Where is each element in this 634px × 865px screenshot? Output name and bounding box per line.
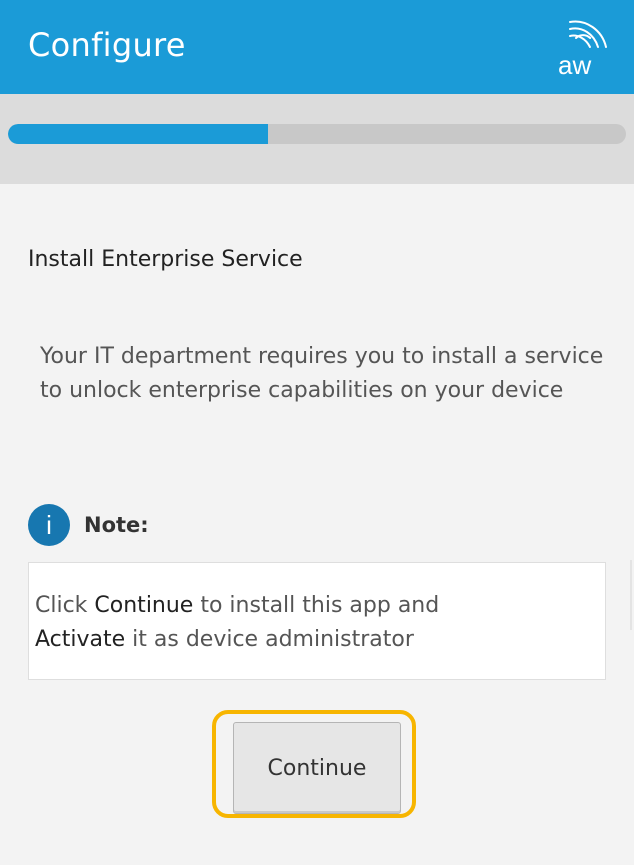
app-header: Configure aw <box>0 0 634 94</box>
note-continue-emphasis: Continue <box>94 593 194 618</box>
info-icon-glyph: i <box>46 509 52 540</box>
airwatch-logo-icon: aw <box>558 20 607 78</box>
continue-button[interactable]: Continue <box>233 722 401 814</box>
section-title: Install Enterprise Service <box>28 247 303 272</box>
note-activate-emphasis: Activate <box>35 627 126 652</box>
note-box: Click Continue to install this app and A… <box>28 562 606 680</box>
note-text-part: it as device administrator <box>125 627 414 652</box>
info-icon: i <box>28 504 70 546</box>
page-title: Configure <box>28 26 186 64</box>
note-header: i Note: <box>28 504 149 546</box>
edge-divider <box>630 560 632 630</box>
logo-text: aw <box>558 50 591 78</box>
note-text: Click Continue to install this app and A… <box>35 589 601 657</box>
note-text-part: to install this app and <box>193 593 440 618</box>
progress-bar <box>8 124 626 144</box>
progress-section <box>0 94 634 184</box>
progress-fill <box>8 124 268 144</box>
description-text: Your IT department requires you to insta… <box>40 344 604 403</box>
note-label: Note: <box>84 513 149 537</box>
configure-screen: Configure aw Install Enterprise Service … <box>0 0 634 865</box>
note-text-part: Click <box>35 593 95 618</box>
